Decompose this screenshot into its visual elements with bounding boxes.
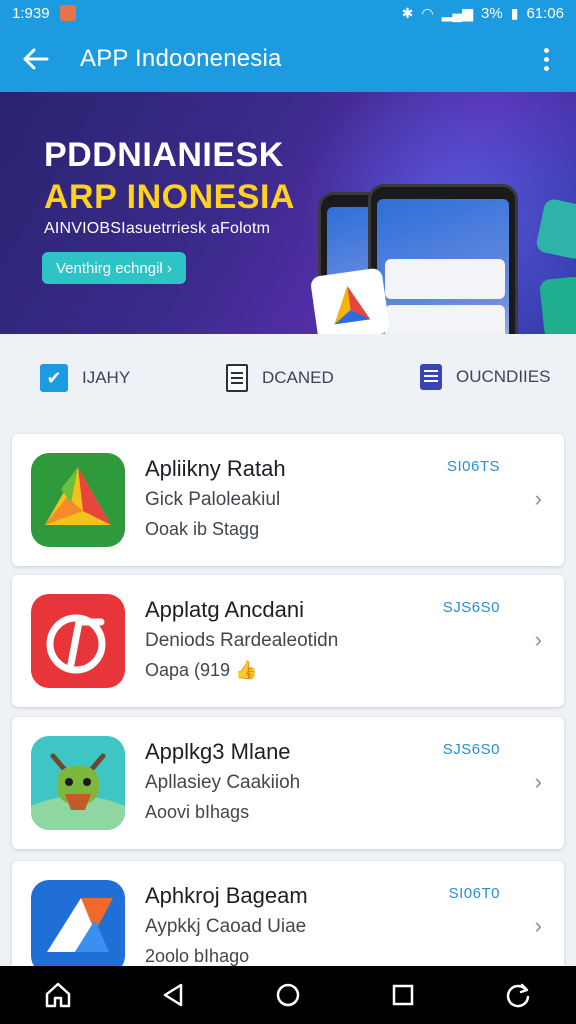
chevron-right-icon: › bbox=[534, 627, 542, 652]
app-subtitle: Apllasiey Caakiioh bbox=[145, 772, 301, 793]
android-creature-icon bbox=[31, 736, 125, 830]
status-bar: 1:939 ✱ ◠ ▂▄▆ 3% ▮ 61:06 bbox=[0, 0, 576, 26]
origami-triangle-icon bbox=[31, 453, 125, 547]
battery-icon: ▮ bbox=[510, 4, 519, 21]
category-row: ✔ IJAHY DCANED OUCNDIIES bbox=[0, 344, 576, 414]
red-music-icon bbox=[31, 594, 125, 688]
page-title: APP Indoonenesia bbox=[80, 45, 282, 72]
bluetooth-icon: ✱ bbox=[401, 4, 414, 21]
app-meta: Oapa (919 👍 bbox=[145, 660, 258, 680]
category-label: OUCNDIIES bbox=[456, 367, 551, 386]
decorative-tile bbox=[538, 275, 576, 334]
app-meta: Aoovi bIhags bbox=[145, 802, 250, 822]
recents-square-icon[interactable] bbox=[375, 967, 431, 1023]
app-meta: Ooak ib Stagg bbox=[145, 519, 260, 539]
app-list-item[interactable]: Applkg3 Mlane Apllasiey Caakiioh Aoovi b… bbox=[12, 717, 564, 849]
category-label: DCANED bbox=[262, 368, 334, 387]
app-title: Applkg3 Mlane bbox=[145, 739, 291, 764]
app-meta: 2oolo bIhago bbox=[145, 946, 250, 966]
app-list-item[interactable]: Apliikny Ratah Gick Paloleakiul Ooak ib … bbox=[12, 434, 564, 566]
app-subtitle: Aypkkj Caoad Uiae bbox=[145, 916, 307, 937]
app-subtitle: Deniods Rardealeotidn bbox=[145, 630, 339, 651]
app-title: Aphkroj Bageam bbox=[145, 883, 308, 908]
signal-icon: ▂▄▆ bbox=[441, 4, 474, 21]
blue-arrow-icon bbox=[31, 880, 125, 974]
refresh-icon[interactable] bbox=[490, 967, 546, 1023]
app-store-logo-icon bbox=[309, 267, 391, 334]
app-size: SI06TS bbox=[446, 458, 500, 475]
app-title: Applatg Ancdani bbox=[145, 597, 305, 622]
back-arrow-icon[interactable] bbox=[18, 41, 54, 77]
chevron-right-icon: › bbox=[534, 913, 542, 938]
chevron-right-icon: › bbox=[534, 486, 542, 511]
system-nav-bar bbox=[0, 966, 576, 1024]
wifi-icon: ◠ bbox=[421, 4, 434, 21]
overflow-menu-icon[interactable] bbox=[534, 41, 558, 77]
promo-banner[interactable]: PDDNIANIESK ARP INONESIA AINVIOBSIasuetr… bbox=[0, 92, 576, 334]
category-tab-2[interactable]: DCANED bbox=[226, 364, 334, 392]
home-circle-icon[interactable] bbox=[260, 967, 316, 1023]
app-subtitle: Gick Paloleakiul bbox=[145, 489, 281, 510]
app-bar: APP Indoonenesia bbox=[0, 26, 576, 92]
document-icon bbox=[226, 364, 248, 392]
app-size: SJS6S0 bbox=[442, 599, 500, 616]
banner-subline: AINVIOBSIasuetrriesk aFolotm bbox=[44, 220, 271, 237]
battery-percent: 3% bbox=[481, 4, 503, 22]
home-icon[interactable] bbox=[30, 967, 86, 1023]
category-label: IJAHY bbox=[82, 368, 131, 387]
app-title: Apliikny Ratah bbox=[145, 456, 286, 481]
notification-icon bbox=[59, 5, 76, 21]
chat-icon: ✔ bbox=[40, 364, 68, 392]
category-tab-3[interactable]: OUCNDIIES bbox=[420, 364, 550, 390]
chevron-right-icon: › bbox=[534, 769, 542, 794]
banner-headline: PDDNIANIESK bbox=[44, 136, 284, 174]
status-clock: 61:06 bbox=[526, 4, 564, 22]
banner-cta-button[interactable]: Venthirg echngil › bbox=[42, 252, 186, 284]
category-tab-1[interactable]: ✔ IJAHY bbox=[40, 364, 130, 392]
banner-headline-accent: ARP INONESIA bbox=[44, 178, 295, 216]
list-document-icon bbox=[420, 364, 442, 390]
status-time: 1:939 bbox=[12, 4, 50, 22]
back-triangle-icon[interactable] bbox=[145, 967, 201, 1023]
app-size: SI06T0 bbox=[448, 885, 500, 902]
app-size: SJS6S0 bbox=[442, 741, 500, 758]
phone-illustration bbox=[368, 184, 518, 334]
app-list-item[interactable]: Applatg Ancdani Deniods Rardealeotidn Oa… bbox=[12, 575, 564, 707]
